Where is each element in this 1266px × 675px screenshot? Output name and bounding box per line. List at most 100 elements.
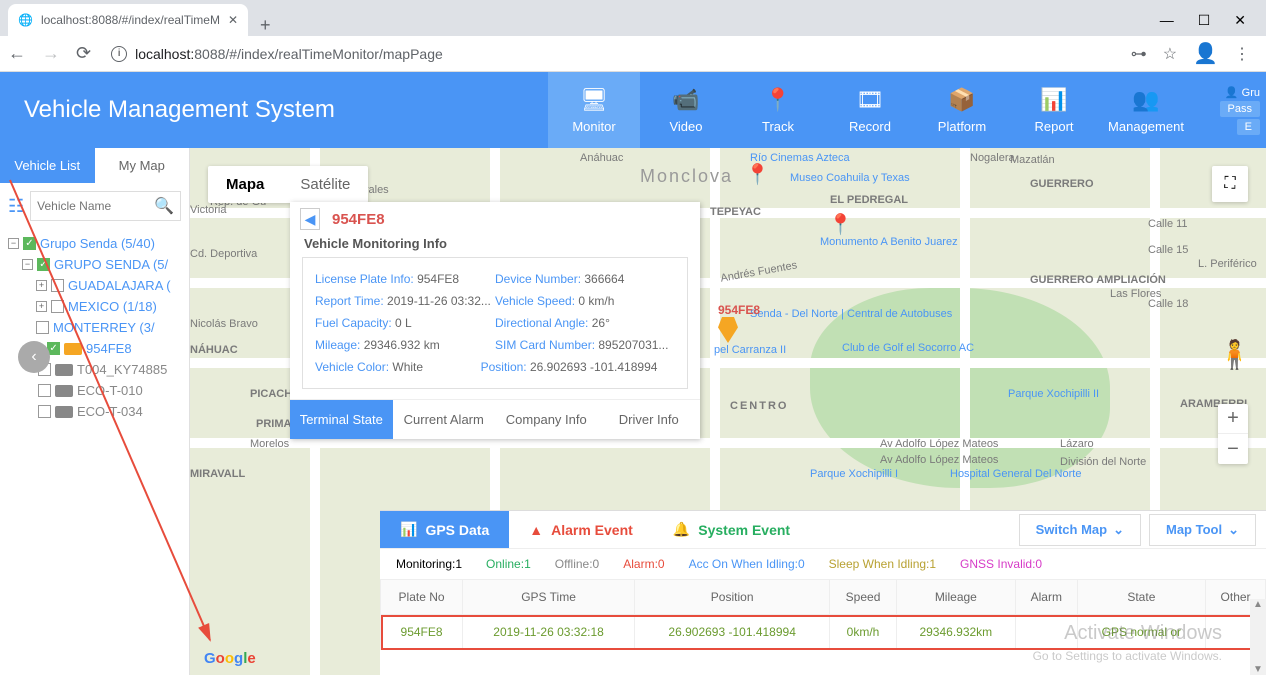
- app-header: Vehicle Management System 🖥Monitor 📹Vide…: [0, 72, 1266, 148]
- pass-button[interactable]: Pass: [1220, 101, 1260, 117]
- bp-tab-alarm[interactable]: ▲Alarm Event: [509, 512, 653, 548]
- bottom-panel: 📊GPS Data ▲Alarm Event 🔔System Event Swi…: [380, 510, 1266, 675]
- search-input[interactable]: 🔍: [30, 191, 181, 221]
- status-acc: Acc On When Idling:0: [689, 557, 805, 571]
- chevron-down-icon: ⌄: [1113, 522, 1124, 538]
- warning-icon: ▲: [529, 522, 543, 538]
- pin-icon: 📍: [828, 212, 853, 237]
- browser-tab[interactable]: 🌐 localhost:8088/#/index/realTimeM ✕: [8, 4, 248, 36]
- table-row[interactable]: 954FE8 2019-11-26 03:32:18 26.902693 -10…: [381, 615, 1266, 650]
- tree-root[interactable]: −✓Grupo Senda (5/40): [8, 233, 181, 254]
- map-tool-button[interactable]: Map Tool⌄: [1149, 514, 1256, 546]
- zoom-control: + −: [1218, 404, 1248, 464]
- star-icon[interactable]: ☆: [1163, 44, 1177, 64]
- zoom-in-icon[interactable]: +: [1218, 404, 1248, 434]
- nav-platform[interactable]: 📦Platform: [916, 72, 1008, 148]
- url-input[interactable]: i localhost:8088/#/index/realTimeMonitor…: [103, 46, 1119, 62]
- gps-table: Plate No GPS Time Position Speed Mileage…: [380, 579, 1266, 650]
- window-controls: — ☐ ✕: [1140, 4, 1266, 36]
- status-monitoring: Monitoring:1: [396, 557, 462, 571]
- info-tab-alarm[interactable]: Current Alarm: [393, 400, 496, 439]
- marker-pin-icon: [718, 317, 738, 343]
- truck-icon: [64, 343, 82, 355]
- close-icon[interactable]: ✕: [228, 13, 238, 27]
- user-panel: 👤 Gru Pass E: [1220, 86, 1266, 135]
- profile-icon[interactable]: 👤: [1193, 41, 1218, 66]
- tree-mexico[interactable]: +MEXICO (1/18): [8, 296, 181, 317]
- tab-vehicle-list[interactable]: Vehicle List: [0, 148, 95, 183]
- vehicle-marker[interactable]: 954FE8: [718, 303, 760, 343]
- map-canvas[interactable]: Monclova 📍 Museo Coahuila y Texas EL PED…: [190, 148, 1266, 675]
- tab-title: localhost:8088/#/index/realTimeM: [41, 13, 220, 27]
- vehicle-tree: −✓Grupo Senda (5/40) −✓GRUPO SENDA (5/ +…: [0, 229, 189, 426]
- tree-vehicle-eco010[interactable]: ECO-T-010: [8, 380, 181, 401]
- forward-icon[interactable]: →: [42, 43, 60, 64]
- info-tab-terminal[interactable]: Terminal State: [290, 400, 393, 439]
- nav-report[interactable]: 📊Report: [1008, 72, 1100, 148]
- fullscreen-icon[interactable]: ⛶: [1212, 166, 1248, 202]
- info-title: 954FE8: [332, 211, 385, 228]
- globe-icon: 🌐: [18, 13, 33, 27]
- map-type-satellite[interactable]: Satélite: [282, 166, 368, 203]
- pegman-icon[interactable]: 🧍: [1217, 338, 1252, 371]
- minimize-icon[interactable]: —: [1160, 12, 1174, 28]
- tree-guadalajara[interactable]: +GUADALAJARA (: [8, 275, 181, 296]
- info-tab-company[interactable]: Company Info: [495, 400, 598, 439]
- status-offline: Offline:0: [555, 557, 599, 571]
- map-type-control: Mapa Satélite: [208, 166, 368, 203]
- nav-track[interactable]: 📍Track: [732, 72, 824, 148]
- search-icon[interactable]: 🔍: [154, 196, 174, 216]
- key-icon[interactable]: ⊶: [1131, 44, 1147, 64]
- info-tab-driver[interactable]: Driver Info: [598, 400, 701, 439]
- sidebar: Vehicle List My Map ☷ 🔍 −✓Grupo Senda (5…: [0, 148, 190, 675]
- info-icon[interactable]: i: [111, 46, 127, 62]
- bp-tab-gps[interactable]: 📊GPS Data: [380, 511, 509, 548]
- vehicle-info-panel: ◀ 954FE8 Vehicle Monitoring Info License…: [290, 202, 700, 439]
- video-icon: 📹: [672, 87, 699, 113]
- switch-map-button[interactable]: Switch Map⌄: [1019, 514, 1141, 546]
- pin-icon: 📍: [745, 162, 770, 187]
- bp-tab-system[interactable]: 🔔System Event: [653, 511, 810, 548]
- tab-my-map[interactable]: My Map: [95, 148, 190, 183]
- report-icon: 📊: [1040, 87, 1067, 113]
- nav-management[interactable]: 👥Management: [1100, 72, 1192, 148]
- maximize-icon[interactable]: ☐: [1198, 12, 1211, 29]
- zoom-out-icon[interactable]: −: [1218, 434, 1248, 464]
- e-button[interactable]: E: [1237, 119, 1260, 135]
- tree-monterrey[interactable]: MONTERREY (3/: [8, 317, 181, 338]
- collapse-panel-icon[interactable]: ◀: [300, 208, 320, 230]
- collapse-tree-icon[interactable]: ‹: [18, 341, 50, 373]
- management-icon: 👥: [1132, 87, 1159, 113]
- table-scrollbar[interactable]: ▲▼: [1250, 599, 1266, 675]
- truck-icon: [55, 385, 73, 397]
- monitor-icon: 🖥: [580, 87, 608, 113]
- nav-monitor[interactable]: 🖥Monitor: [548, 72, 640, 148]
- back-icon[interactable]: ←: [8, 43, 26, 64]
- user-greeting: 👤 Gru: [1225, 86, 1260, 99]
- status-bar: Monitoring:1 Online:1 Offline:0 Alarm:0 …: [380, 549, 1266, 579]
- info-heading: Vehicle Monitoring Info: [290, 236, 700, 257]
- platform-icon: 📦: [948, 87, 975, 113]
- truck-icon: [55, 364, 73, 376]
- track-icon: 📍: [764, 87, 791, 113]
- reload-icon[interactable]: ⟳: [76, 43, 91, 64]
- status-gnss: GNSS Invalid:0: [960, 557, 1042, 571]
- chevron-down-icon: ⌄: [1228, 522, 1239, 538]
- chart-icon: 📊: [400, 521, 417, 538]
- map-type-map[interactable]: Mapa: [208, 166, 282, 203]
- list-icon[interactable]: ☷: [8, 196, 24, 217]
- status-sleep: Sleep When Idling:1: [829, 557, 936, 571]
- status-online: Online:1: [486, 557, 531, 571]
- google-logo: Google: [204, 650, 256, 667]
- app-title: Vehicle Management System: [0, 96, 548, 124]
- nav-video[interactable]: 📹Video: [640, 72, 732, 148]
- tree-vehicle-eco034[interactable]: ECO-T-034: [8, 401, 181, 422]
- tree-group[interactable]: −✓GRUPO SENDA (5/: [8, 254, 181, 275]
- nav-record[interactable]: 🎞Record: [824, 72, 916, 148]
- menu-icon[interactable]: ⋮: [1234, 44, 1250, 64]
- new-tab-button[interactable]: +: [248, 15, 283, 36]
- record-icon: 🎞: [856, 87, 884, 113]
- address-bar: ← → ⟳ i localhost:8088/#/index/realTimeM…: [0, 36, 1266, 72]
- map-label-monclova: Monclova: [640, 166, 733, 187]
- close-window-icon[interactable]: ✕: [1234, 12, 1246, 29]
